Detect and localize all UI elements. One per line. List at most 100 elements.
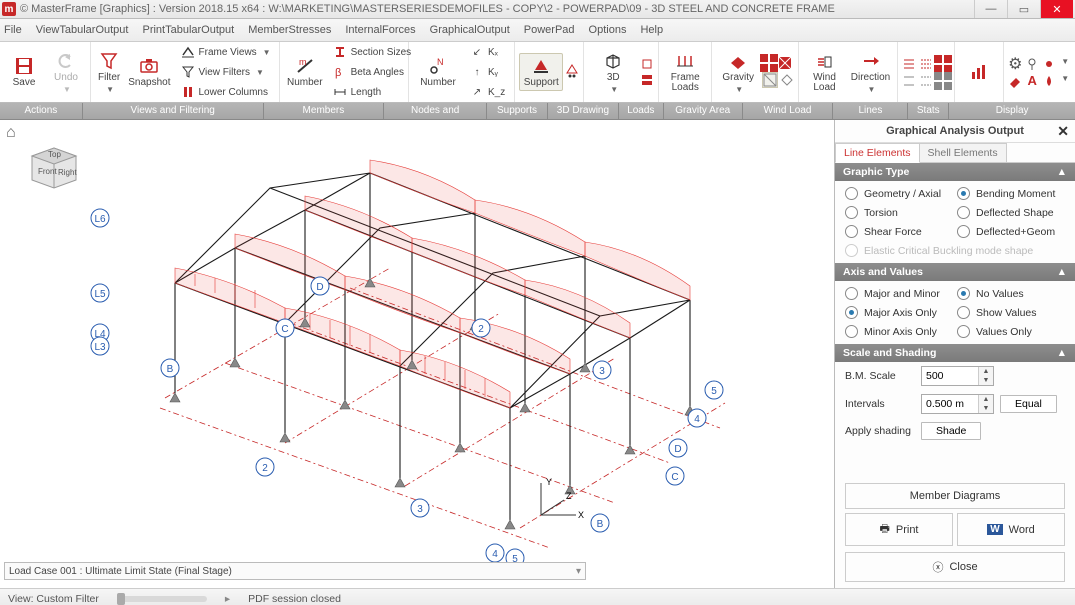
member-number-icon: m bbox=[295, 56, 315, 76]
stats-button[interactable] bbox=[959, 59, 999, 85]
word-button[interactable]: WWord bbox=[957, 513, 1065, 546]
radio-deflected-geom[interactable]: Deflected+Geom bbox=[957, 225, 1065, 238]
lines-icon[interactable] bbox=[902, 74, 916, 88]
ky-button[interactable]: ↑Kᵧ bbox=[465, 62, 510, 82]
snapshot-button[interactable]: Snapshot bbox=[125, 53, 173, 91]
intervals-input[interactable]: ▲▼ bbox=[921, 394, 994, 414]
tab-line-elements[interactable]: Line Elements bbox=[835, 143, 920, 163]
radio-shear-force[interactable]: Shear Force bbox=[845, 225, 953, 238]
grav-opt-icon[interactable] bbox=[780, 72, 794, 86]
menu-item[interactable]: PowerPad bbox=[524, 24, 575, 36]
undo-button[interactable]: Undo▼ bbox=[46, 48, 86, 97]
loadcase-bar[interactable]: Load Case 001 : Ultimate Limit State (Fi… bbox=[4, 562, 586, 580]
menu-item[interactable]: Options bbox=[589, 24, 627, 36]
lines-icon[interactable] bbox=[919, 74, 933, 88]
undo-icon bbox=[56, 51, 76, 71]
support-option-button[interactable] bbox=[565, 62, 579, 82]
length-button[interactable]: Length bbox=[328, 82, 417, 102]
close-button[interactable]: ⓧClose bbox=[845, 552, 1065, 582]
maximize-button[interactable]: ▭ bbox=[1007, 0, 1040, 18]
text-icon[interactable]: A bbox=[1025, 74, 1039, 88]
radio-major-minor[interactable]: Major and Minor bbox=[845, 287, 953, 300]
kx-button[interactable]: ↙Kₓ bbox=[465, 42, 510, 62]
3d-opt1-icon[interactable] bbox=[640, 57, 654, 71]
node-number-button[interactable]: N Number bbox=[413, 53, 463, 91]
display-dropdown[interactable]: ▼ bbox=[1061, 57, 1069, 71]
radio-major-only[interactable]: Major Axis Only bbox=[845, 306, 953, 319]
3d-opt2-icon[interactable] bbox=[640, 73, 654, 87]
grav-opt-icon[interactable] bbox=[762, 72, 778, 88]
intervals-label: Intervals bbox=[845, 398, 915, 410]
lines-icon[interactable] bbox=[919, 57, 933, 71]
menu-item[interactable]: ViewTabularOutput bbox=[36, 24, 129, 36]
view-filters-button[interactable]: View Filters▼ bbox=[176, 62, 276, 82]
equal-button[interactable]: Equal bbox=[1000, 395, 1057, 413]
section-sizes-button[interactable]: Section Sizes bbox=[328, 42, 417, 62]
zoom-slider[interactable] bbox=[117, 596, 207, 602]
member-diagrams-button[interactable]: Member Diagrams bbox=[845, 483, 1065, 509]
statusbar: View: Custom Filter ▸ PDF session closed bbox=[0, 588, 1075, 605]
radio-show-values[interactable]: Show Values bbox=[957, 306, 1065, 319]
3d-button[interactable]: 3D▼ bbox=[588, 48, 638, 97]
radio-geometry-axial[interactable]: Geometry / Axial bbox=[845, 187, 953, 200]
gravity-button[interactable]: Gravity▼ bbox=[716, 48, 760, 97]
svg-text:Z: Z bbox=[566, 491, 572, 501]
wind-load-button[interactable]: Wind Load bbox=[803, 48, 846, 96]
direction-button[interactable]: Direction▼ bbox=[848, 48, 893, 97]
svg-text:Top: Top bbox=[48, 150, 61, 159]
kz-button[interactable]: ↗K_z bbox=[465, 82, 510, 102]
menu-item[interactable]: PrintTabularOutput bbox=[142, 24, 234, 36]
save-icon bbox=[14, 56, 34, 76]
radio-values-only[interactable]: Values Only bbox=[957, 325, 1065, 338]
svg-text:3: 3 bbox=[417, 504, 423, 515]
grav-opt-icon[interactable] bbox=[778, 56, 792, 70]
member-number-button[interactable]: m Number bbox=[284, 53, 326, 91]
menu-item[interactable]: Help bbox=[640, 24, 663, 36]
beta-angles-button[interactable]: βBeta Angles bbox=[328, 62, 417, 82]
section-scale-shading[interactable]: Scale and Shading▲ bbox=[835, 344, 1075, 362]
home-icon[interactable]: ⌂ bbox=[6, 124, 16, 142]
fill-icon[interactable] bbox=[1008, 74, 1022, 88]
grav-opt-icon[interactable] bbox=[762, 56, 776, 70]
section-axis-values[interactable]: Axis and Values▲ bbox=[835, 263, 1075, 281]
radio-no-values[interactable]: No Values bbox=[957, 287, 1065, 300]
panel-close-icon[interactable]: ✕ bbox=[1057, 123, 1069, 140]
save-button[interactable]: Save bbox=[4, 53, 44, 91]
frame-loads-button[interactable]: Frame Loads bbox=[663, 48, 707, 96]
pin-icon[interactable] bbox=[1025, 57, 1039, 71]
dot-icon[interactable] bbox=[1042, 57, 1056, 71]
menu-item[interactable]: File bbox=[4, 24, 22, 36]
section-graphic-type[interactable]: Graphic Type▲ bbox=[835, 163, 1075, 181]
3d-viewport[interactable]: ⌂ Front Right Top bbox=[0, 120, 834, 588]
drop-icon[interactable] bbox=[1042, 74, 1056, 88]
radio-minor-only[interactable]: Minor Axis Only bbox=[845, 325, 953, 338]
lower-columns-icon bbox=[181, 85, 195, 99]
minimize-button[interactable]: — bbox=[974, 0, 1007, 18]
lines-icon[interactable] bbox=[936, 74, 950, 88]
radio-bending-moment[interactable]: Bending Moment bbox=[957, 187, 1065, 200]
frame-views-button[interactable]: Frame Views▼ bbox=[176, 42, 276, 62]
menu-item[interactable]: GraphicalOutput bbox=[430, 24, 510, 36]
lines-icon[interactable] bbox=[902, 57, 916, 71]
display-dropdown-2[interactable]: ▼ bbox=[1061, 74, 1069, 88]
filter-button[interactable]: Filter▼ bbox=[95, 48, 123, 97]
tab-shell-elements[interactable]: Shell Elements bbox=[919, 143, 1007, 162]
window-close-button[interactable]: ✕ bbox=[1040, 0, 1073, 18]
radio-torsion[interactable]: Torsion bbox=[845, 206, 953, 219]
menu-item[interactable]: InternalForces bbox=[345, 24, 415, 36]
svg-text:C: C bbox=[281, 324, 288, 335]
slider-arrow-icon[interactable]: ▸ bbox=[225, 593, 230, 605]
bmscale-input[interactable]: ▲▼ bbox=[921, 366, 994, 386]
support-button[interactable]: Support bbox=[519, 53, 563, 91]
shade-button[interactable]: Shade bbox=[921, 422, 981, 440]
gear-icon[interactable]: ⚙ bbox=[1008, 57, 1022, 71]
menu-item[interactable]: MemberStresses bbox=[248, 24, 331, 36]
lines-icon[interactable] bbox=[936, 57, 950, 71]
radio-deflected-shape[interactable]: Deflected Shape bbox=[957, 206, 1065, 219]
svg-text:D: D bbox=[674, 444, 681, 455]
lower-columns-button[interactable]: Lower Columns bbox=[176, 82, 276, 102]
print-button[interactable]: 🖶Print bbox=[845, 513, 953, 546]
svg-text:2: 2 bbox=[478, 324, 484, 335]
window-title: © MasterFrame [Graphics] : Version 2018.… bbox=[20, 3, 974, 15]
side-panel: Graphical Analysis Output ✕ Line Element… bbox=[834, 120, 1075, 588]
